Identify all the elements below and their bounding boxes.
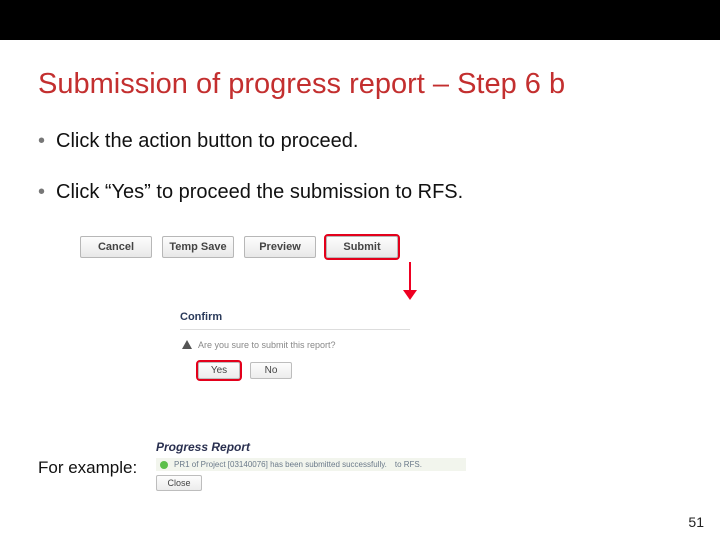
confirm-message: Are you sure to submit this report? xyxy=(198,340,336,350)
action-button-row: Cancel Temp Save Preview Submit xyxy=(80,236,460,258)
confirm-dialog: Confirm Are you sure to submit this repo… xyxy=(180,308,410,379)
no-button[interactable]: No xyxy=(250,362,292,379)
bullet-dot: • xyxy=(38,130,56,153)
close-button[interactable]: Close xyxy=(156,475,202,491)
preview-button[interactable]: Preview xyxy=(244,236,316,258)
bullet-item: •Click the action button to proceed. xyxy=(38,130,680,153)
bullet-item: •Click “Yes” to proceed the submission t… xyxy=(38,181,680,204)
cancel-button[interactable]: Cancel xyxy=(80,236,152,258)
bullet-text: Click the action button to proceed. xyxy=(56,130,358,152)
success-message: PR1 of Project [03140076] has been submi… xyxy=(174,460,387,469)
bullet-list: •Click the action button to proceed. •Cl… xyxy=(38,130,680,232)
confirm-title: Confirm xyxy=(180,308,410,330)
arrow-head-icon xyxy=(403,290,417,300)
slide: Submission of progress report – Step 6 b… xyxy=(0,0,720,540)
top-bar xyxy=(0,0,720,40)
arrow-icon xyxy=(409,262,411,292)
example-close-row: Close xyxy=(156,475,466,491)
slide-title: Submission of progress report – Step 6 b xyxy=(38,68,565,101)
success-icon xyxy=(160,461,168,469)
confirm-body: Are you sure to submit this report? xyxy=(180,330,410,358)
example-heading: Progress Report xyxy=(156,440,466,454)
bullet-dot: • xyxy=(38,181,56,204)
confirm-button-row: Yes No xyxy=(180,358,410,379)
page-number: 51 xyxy=(688,514,704,530)
example-panel: Progress Report PR1 of Project [03140076… xyxy=(156,440,466,491)
temp-save-button[interactable]: Temp Save xyxy=(162,236,234,258)
yes-button[interactable]: Yes xyxy=(198,362,240,379)
warning-icon xyxy=(182,340,192,349)
success-bar: PR1 of Project [03140076] has been submi… xyxy=(156,458,466,471)
for-example-label: For example: xyxy=(38,458,137,478)
screenshot-area: Cancel Temp Save Preview Submit Confirm … xyxy=(80,236,460,258)
submit-button[interactable]: Submit xyxy=(326,236,398,258)
bullet-text: Click “Yes” to proceed the submission to… xyxy=(56,181,463,203)
success-tail: to RFS. xyxy=(393,460,422,469)
